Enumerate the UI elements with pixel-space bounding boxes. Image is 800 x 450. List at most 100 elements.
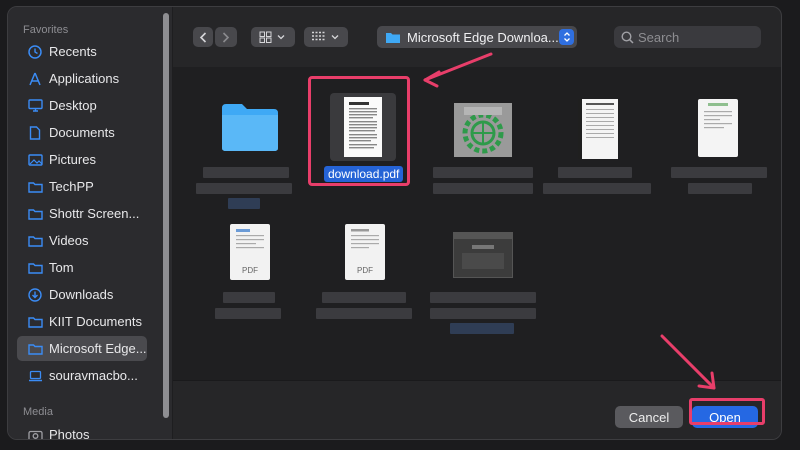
sidebar-item-tom[interactable]: Tom <box>17 255 147 280</box>
blurred-filename <box>433 167 533 178</box>
file-item[interactable]: PDF <box>195 212 305 347</box>
download-icon <box>25 287 45 302</box>
search-input[interactable] <box>638 29 753 45</box>
file-item[interactable]: PDF <box>310 212 420 347</box>
sidebar-item-label: Downloads <box>49 287 114 302</box>
blurred-filename <box>433 183 533 194</box>
search-field[interactable] <box>614 26 761 48</box>
sidebar-item-souravmacbook[interactable]: souravmacbo... <box>17 363 147 388</box>
sidebar-item-label: TechPP <box>49 179 94 194</box>
blurred-filename <box>543 183 651 194</box>
file-item[interactable] <box>663 87 773 222</box>
document-thumbnail <box>578 99 618 159</box>
sidebar-item-label: Pictures <box>49 152 96 167</box>
sidebar-item-applications[interactable]: Applications <box>17 66 147 91</box>
forward-button[interactable] <box>215 27 237 47</box>
search-icon <box>621 30 634 44</box>
chevron-left-icon <box>199 31 207 43</box>
cancel-button[interactable]: Cancel <box>615 406 683 428</box>
sidebar-item-label: Recents <box>49 44 97 59</box>
sidebar-item-label: Photos <box>49 427 90 440</box>
sidebar-item-kiit-documents[interactable]: KIIT Documents <box>17 309 147 334</box>
file-browser: download.pdf PDF PDF <box>173 67 781 380</box>
sidebar-item-downloads[interactable]: Downloads <box>17 282 147 307</box>
pictures-icon <box>25 153 45 166</box>
sidebar-item-label: souravmacbo... <box>49 368 138 383</box>
table-lines-icon <box>578 99 614 159</box>
pdf-file-icon: PDF <box>345 224 385 280</box>
blurred-filename <box>203 167 289 178</box>
chevron-updown-icon <box>559 29 574 45</box>
document-icon <box>25 125 45 140</box>
favorites-heading: Favorites <box>23 24 69 36</box>
file-item[interactable] <box>195 87 305 222</box>
open-file-dialog: Favorites Recents Applications Desktop D… <box>7 6 782 440</box>
form-lines-icon <box>236 229 264 249</box>
folder-icon <box>25 208 45 220</box>
screenshot-thumbnail <box>453 232 513 278</box>
form-lines-icon <box>704 103 732 129</box>
sidebar-item-microsoft-edge[interactable]: Microsoft Edge... <box>17 336 147 361</box>
desktop-icon <box>25 99 45 112</box>
file-item[interactable] <box>428 87 538 222</box>
highlight-box <box>308 76 410 186</box>
sidebar: Favorites Recents Applications Desktop D… <box>8 7 173 439</box>
sidebar-item-photos[interactable]: Photos <box>17 422 147 440</box>
sidebar-item-recents[interactable]: Recents <box>17 39 147 64</box>
sidebar-scrollbar[interactable] <box>163 13 169 418</box>
blurred-filename <box>223 292 275 303</box>
back-button[interactable] <box>193 27 213 47</box>
blurred-filename <box>688 183 752 194</box>
folder-icon <box>386 32 400 43</box>
folder-icon <box>222 104 278 151</box>
group-by-button[interactable] <box>304 27 348 47</box>
document-thumbnail <box>698 99 738 157</box>
view-mode-button[interactable] <box>251 27 295 47</box>
sidebar-item-label: Microsoft Edge... <box>49 341 147 356</box>
location-label: Microsoft Edge Downloa... <box>407 29 559 45</box>
sidebar-item-label: Applications <box>49 71 120 86</box>
sidebar-item-documents[interactable]: Documents <box>17 120 147 145</box>
sidebar-item-pictures[interactable]: Pictures <box>17 147 147 172</box>
file-item[interactable] <box>543 87 653 222</box>
sidebar-item-techpp[interactable]: TechPP <box>17 174 147 199</box>
sidebar-item-label: Documents <box>49 125 115 140</box>
open-button-highlight <box>689 398 765 425</box>
sidebar-item-label: Desktop <box>49 98 97 113</box>
blurred-filename <box>430 292 536 303</box>
blurred-filename <box>322 292 406 303</box>
blurred-filename <box>558 167 632 178</box>
window-preview-icon <box>454 233 512 269</box>
applications-icon <box>25 72 45 86</box>
folder-icon <box>25 181 45 193</box>
pdf-label: PDF <box>242 266 258 275</box>
media-heading: Media <box>23 406 53 418</box>
camera-icon <box>25 429 45 439</box>
sidebar-item-desktop[interactable]: Desktop <box>17 93 147 118</box>
folder-icon <box>25 316 45 328</box>
sidebar-item-shottr[interactable]: Shottr Screen... <box>17 201 147 226</box>
laptop-icon <box>25 370 45 382</box>
sidebar-item-videos[interactable]: Videos <box>17 228 147 253</box>
blurred-filename <box>215 308 281 319</box>
blurred-filename <box>316 308 412 319</box>
toolbar: Microsoft Edge Downloa... <box>173 7 781 67</box>
sidebar-item-label: KIIT Documents <box>49 314 142 329</box>
location-popup[interactable]: Microsoft Edge Downloa... <box>377 26 577 48</box>
file-item[interactable] <box>428 212 538 347</box>
pdf-label: PDF <box>357 266 373 275</box>
sidebar-item-label: Tom <box>49 260 74 275</box>
clock-icon <box>25 44 45 59</box>
icon-grid-icon <box>259 31 285 43</box>
group-grid-icon <box>312 31 339 41</box>
sidebar-item-label: Videos <box>49 233 89 248</box>
blurred-tag <box>450 323 514 334</box>
pdf-file-icon: PDF <box>230 224 270 280</box>
sidebar-item-label: Shottr Screen... <box>49 206 140 221</box>
logo-gear-icon <box>462 107 504 154</box>
blurred-filename <box>430 308 536 319</box>
folder-icon <box>25 343 45 355</box>
blurred-tag <box>228 198 260 209</box>
form-lines-icon <box>351 229 379 249</box>
blurred-filename <box>671 167 767 178</box>
